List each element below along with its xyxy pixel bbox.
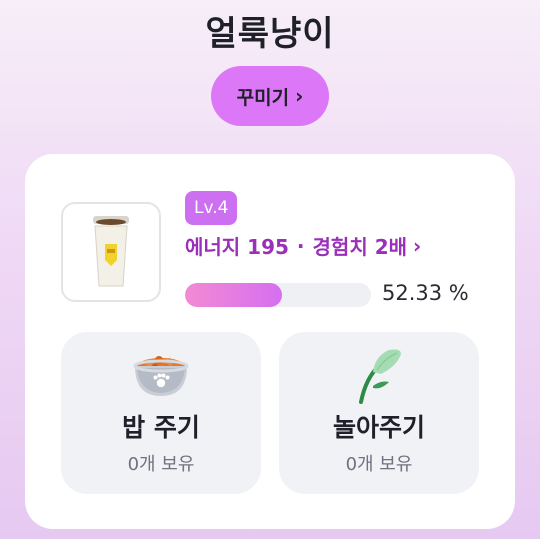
pet-name-title: 얼룩냥이 [205,14,335,54]
food-bowl-icon [133,356,189,396]
feed-label: 밥 주기 [122,413,200,442]
play-label: 놀아주기 [332,413,425,442]
stats-link[interactable]: 에너지 195 · 경험치 2배 › [185,231,421,260]
feed-button[interactable]: 밥 주기 0개 보유 [61,332,261,494]
experience-progress-fill [185,283,283,307]
pet-status-card: Lv.4 에너지 195 · 경험치 2배 › 52.33 % 밥 주기 0개 … [25,154,515,529]
exp-multiplier-label: 경험치 2배 [312,235,408,259]
feed-owned-count: 0개 보유 [127,454,195,475]
chevron-right-icon: › [413,233,422,258]
chevron-right-icon: › [295,84,304,108]
play-owned-count: 0개 보유 [345,454,413,475]
play-button[interactable]: 놀아주기 0개 보유 [279,332,479,494]
separator: · [296,233,305,258]
coffee-cup-icon [93,216,129,287]
decorate-button[interactable]: 꾸미기 › [211,66,329,126]
equipped-item-thumbnail[interactable] [61,202,161,302]
level-badge: Lv.4 [185,191,238,225]
experience-percent: 52.33 % [382,281,469,305]
cat-toy-icon [359,349,401,404]
energy-label: 에너지 195 [185,235,289,259]
decorate-button-label: 꾸미기 [236,86,290,109]
experience-progress-bar [185,283,371,307]
